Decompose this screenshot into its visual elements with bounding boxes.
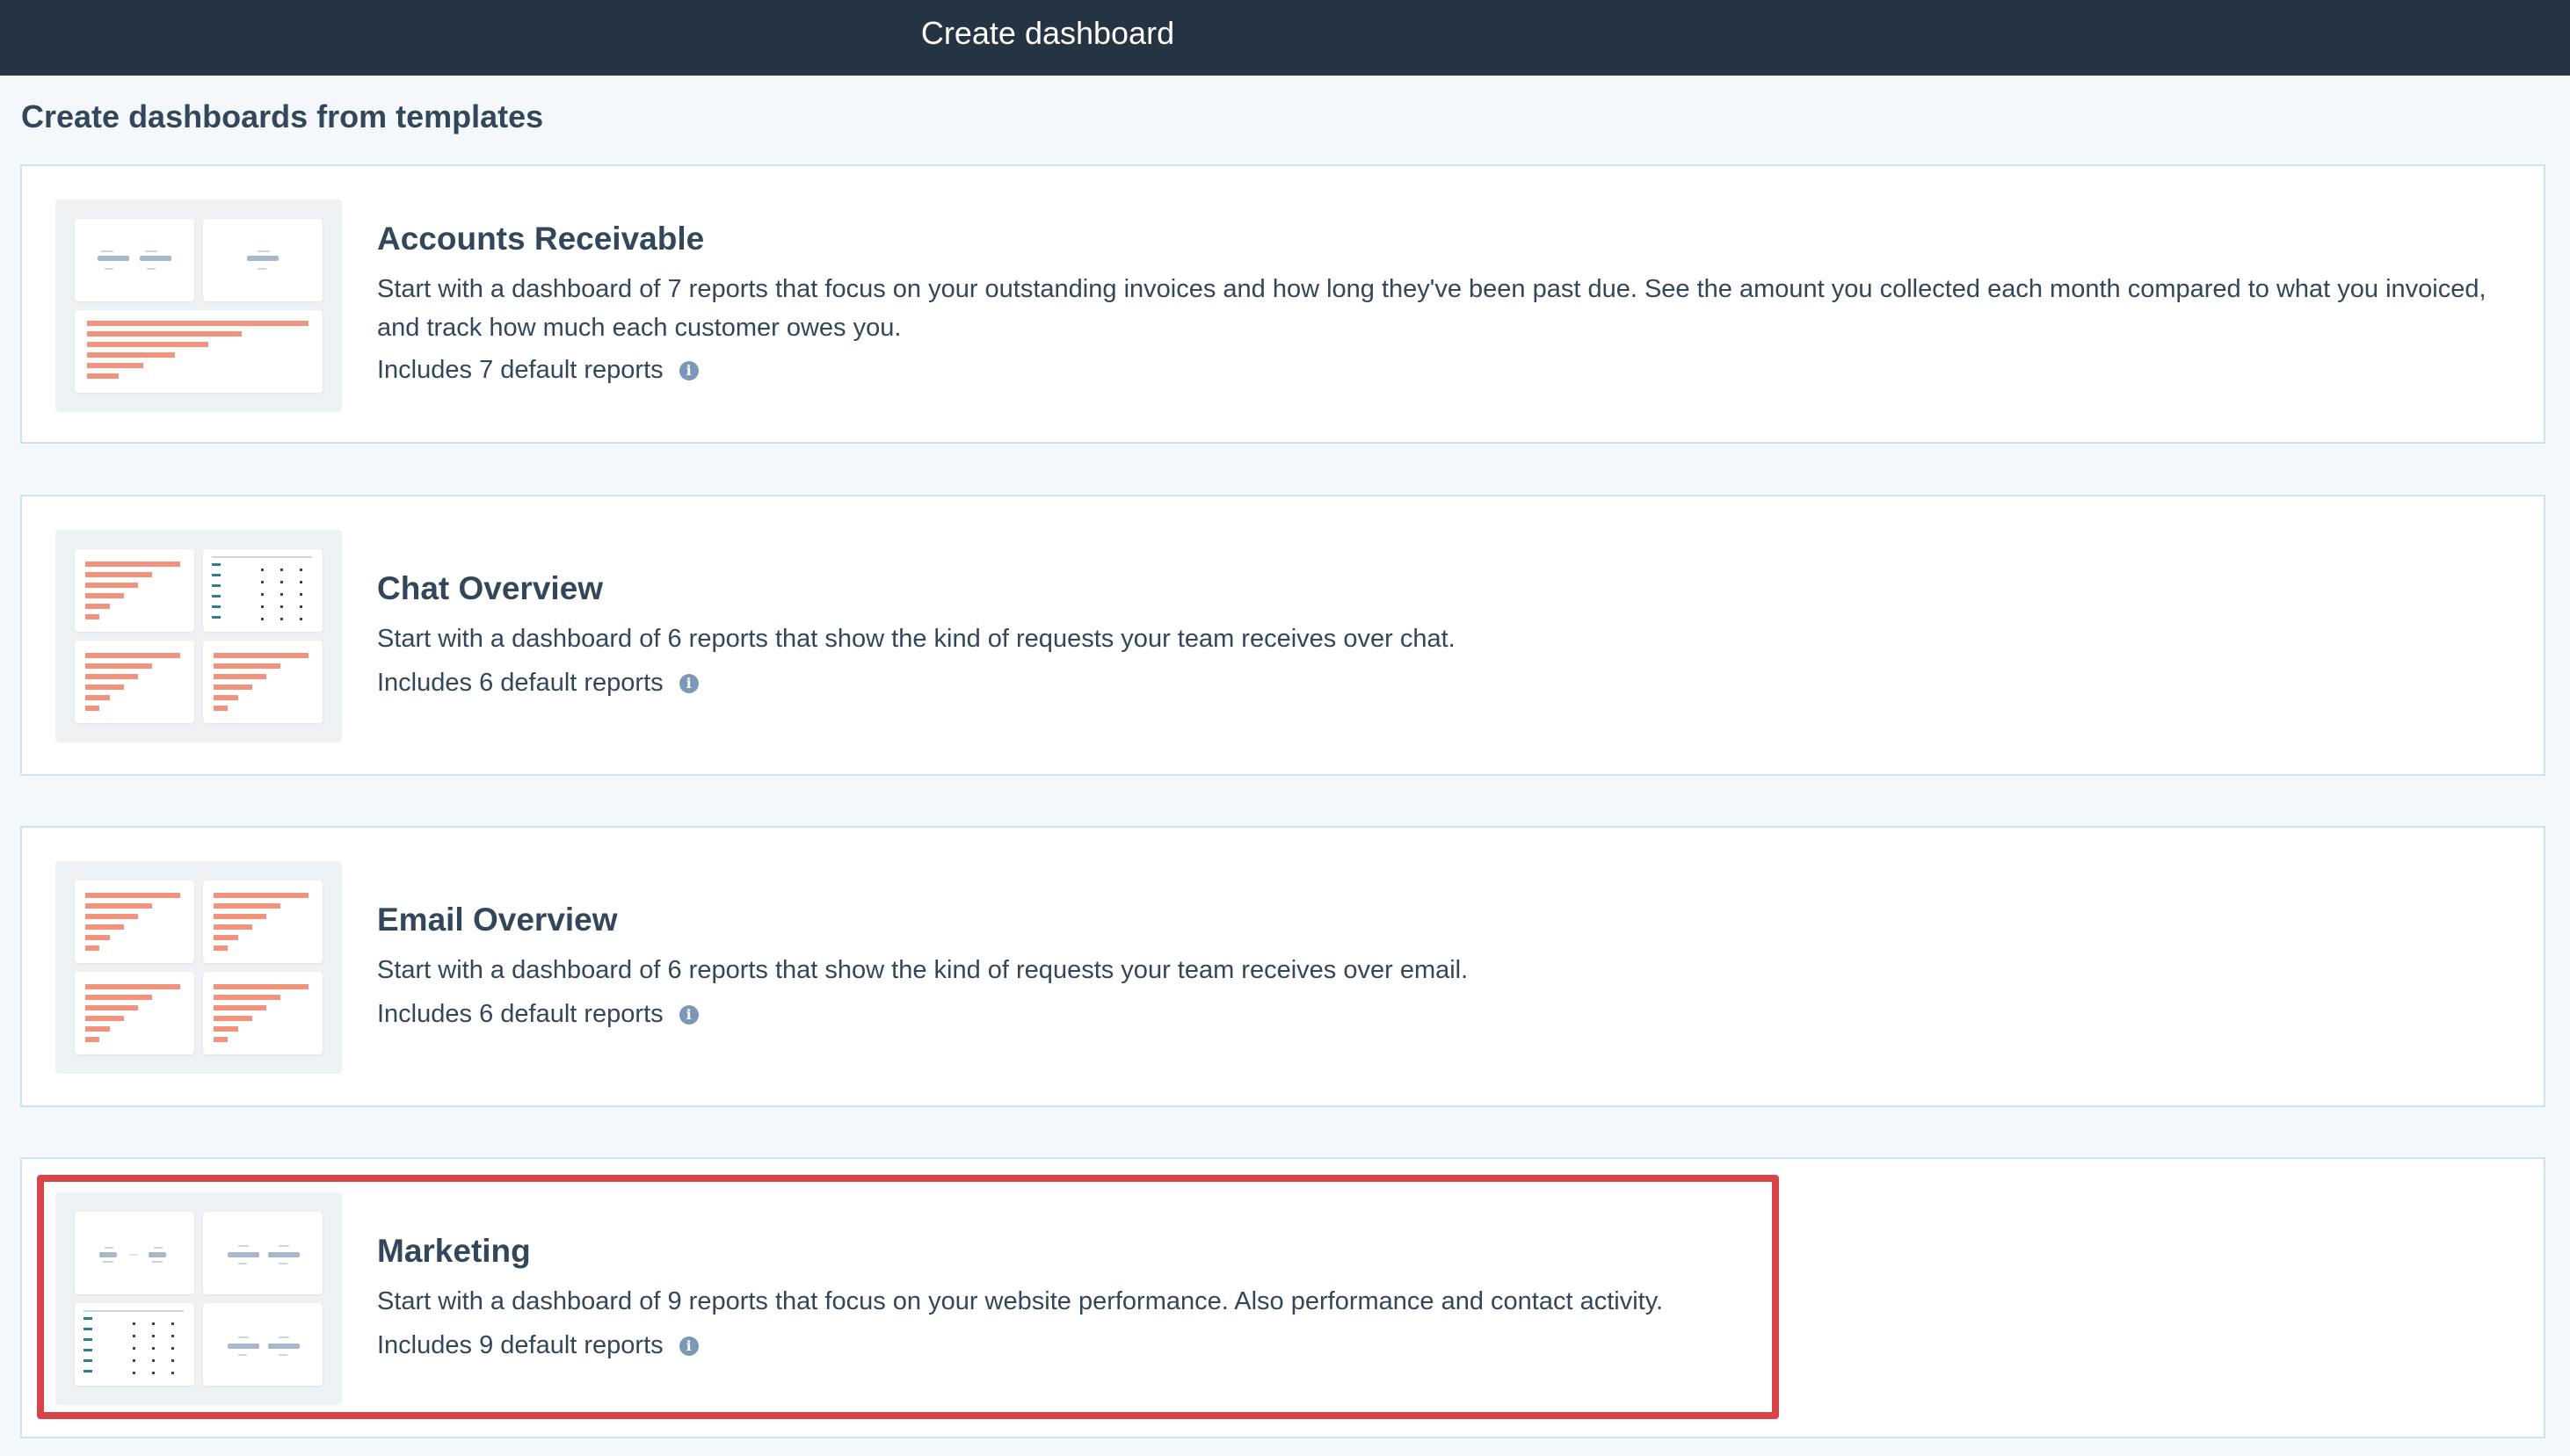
template-card-marketing[interactable]: Marketing Start with a dashboard of 9 re… bbox=[20, 1157, 2545, 1438]
template-title: Chat Overview bbox=[377, 570, 604, 606]
report-count-label: Includes 7 default reports bbox=[377, 356, 664, 384]
info-icon[interactable]: i bbox=[679, 1336, 699, 1356]
template-report-count: Includes 6 default reports i bbox=[377, 669, 699, 698]
section-title: Create dashboards from templates bbox=[21, 98, 544, 134]
page-title: Create dashboard bbox=[920, 15, 1175, 51]
template-card-email-overview[interactable]: Email Overview Start with a dashboard of… bbox=[20, 826, 2545, 1107]
template-thumbnail bbox=[55, 530, 342, 742]
report-count-label: Includes 6 default reports bbox=[377, 1000, 664, 1028]
template-description: Start with a dashboard of 6 reports that… bbox=[377, 625, 1456, 653]
template-thumbnail bbox=[55, 861, 342, 1074]
report-count-label: Includes 6 default reports bbox=[377, 669, 664, 697]
template-thumbnail bbox=[55, 199, 342, 412]
template-title: Accounts Receivable bbox=[377, 221, 705, 257]
template-report-count: Includes 7 default reports i bbox=[377, 356, 699, 385]
template-description: Start with a dashboard of 7 reports that… bbox=[377, 275, 2487, 342]
template-title: Marketing bbox=[377, 1233, 531, 1269]
info-icon[interactable]: i bbox=[679, 360, 699, 380]
template-report-count: Includes 9 default reports i bbox=[377, 1331, 699, 1360]
template-thumbnail bbox=[55, 1192, 342, 1405]
template-description: Start with a dashboard of 6 reports that… bbox=[377, 956, 1469, 984]
app-header: Create dashboard bbox=[0, 0, 2570, 76]
template-card-chat-overview[interactable]: Chat Overview Start with a dashboard of … bbox=[20, 495, 2545, 776]
info-icon[interactable]: i bbox=[679, 673, 699, 693]
template-description: Start with a dashboard of 9 reports that… bbox=[377, 1287, 1664, 1315]
template-report-count: Includes 6 default reports i bbox=[377, 1000, 699, 1029]
template-card-accounts-receivable[interactable]: Accounts Receivable Start with a dashboa… bbox=[20, 164, 2545, 444]
info-icon[interactable]: i bbox=[679, 1004, 699, 1025]
template-title: Email Overview bbox=[377, 902, 618, 938]
report-count-label: Includes 9 default reports bbox=[377, 1331, 664, 1359]
